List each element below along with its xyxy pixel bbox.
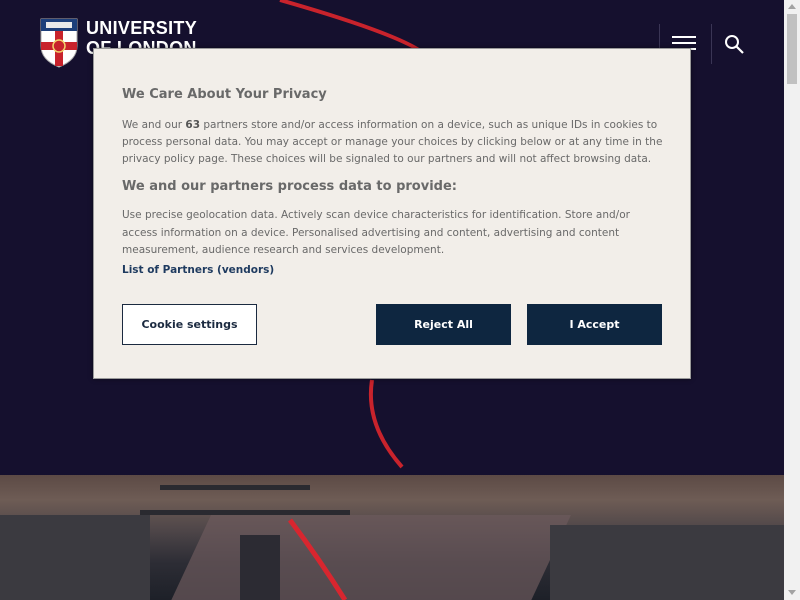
- purposes-text: Use precise geolocation data. Actively s…: [122, 209, 630, 256]
- accept-button[interactable]: I Accept: [527, 304, 662, 345]
- scrollbar-thumb[interactable]: [787, 14, 797, 84]
- dialog-title: We Care About Your Privacy: [122, 87, 327, 102]
- crest-icon: [40, 18, 78, 68]
- logo-line-1: UNIVERSITY: [86, 18, 198, 38]
- purposes-heading: We and our partners process data to prov…: [122, 179, 457, 194]
- scroll-down-arrow-icon[interactable]: [788, 590, 796, 595]
- partner-count: 63: [185, 119, 201, 131]
- intro-prefix: We and our: [122, 119, 186, 131]
- cookie-consent-dialog: We Care About Your Privacy We and our 63…: [93, 48, 691, 379]
- search-icon[interactable]: [724, 34, 746, 56]
- partners-list-link[interactable]: List of Partners (vendors): [122, 264, 274, 276]
- nav-divider: [711, 24, 712, 64]
- vertical-scrollbar[interactable]: [784, 0, 800, 600]
- scroll-up-arrow-icon[interactable]: [788, 4, 796, 9]
- cookie-settings-button[interactable]: Cookie settings: [122, 304, 257, 345]
- intro-suffix: partners store and/or access information…: [122, 119, 663, 165]
- reject-all-button[interactable]: Reject All: [376, 304, 511, 345]
- dialog-intro-text: We and our 63 partners store and/or acce…: [122, 117, 667, 168]
